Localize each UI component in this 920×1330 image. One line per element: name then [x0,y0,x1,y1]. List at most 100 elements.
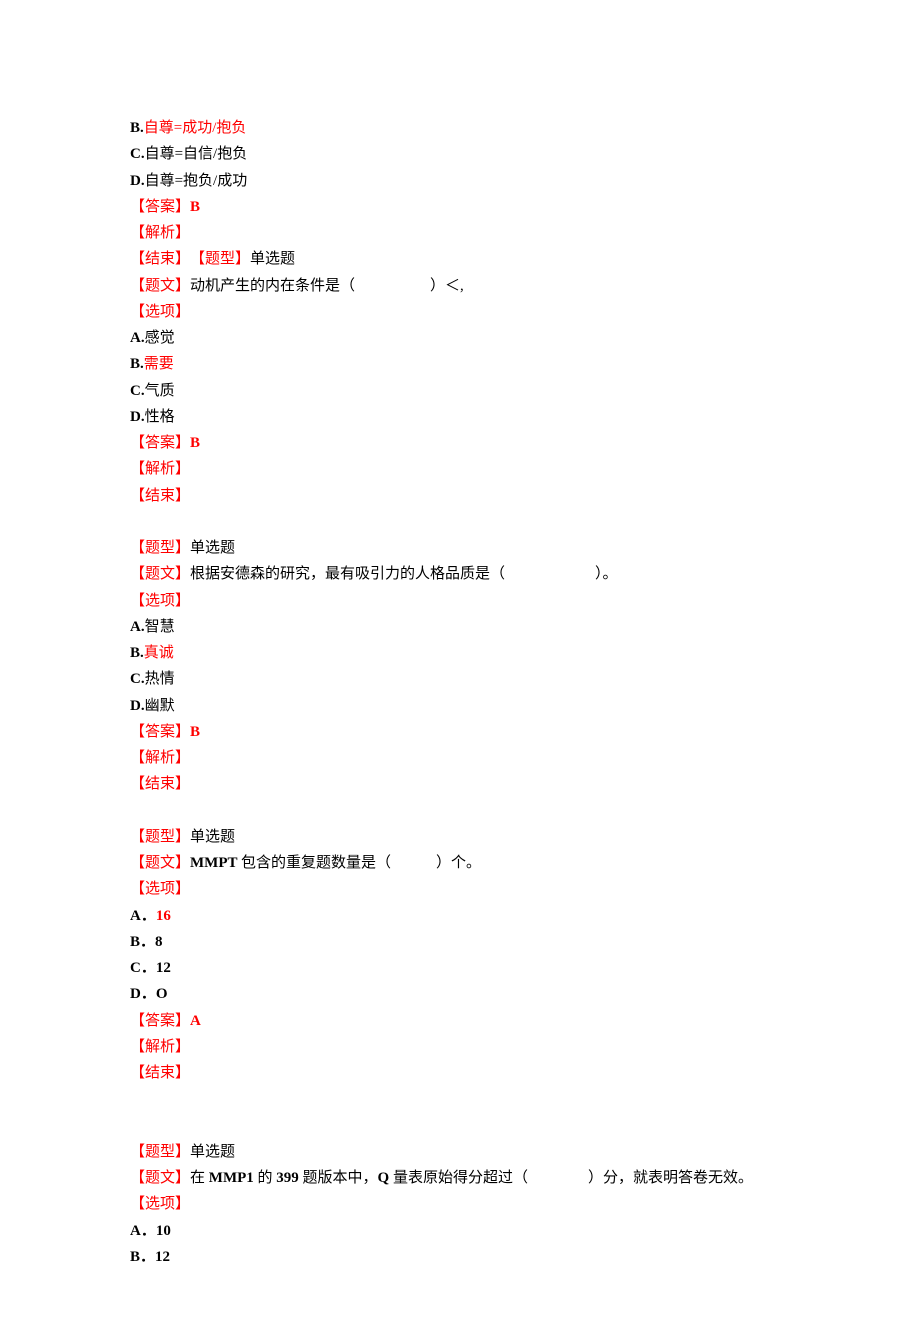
option-text: 16 [156,903,171,929]
option-text: 自尊=自信/抱负 [145,141,248,167]
option-text: 感觉 [145,325,175,351]
option-a: A． 16 [130,903,790,929]
stem-text: 量表原始得分超过（ ）分，就表明答卷无效。 [393,1165,753,1191]
blank-line [130,798,790,824]
answer-line: 【答案】 B [130,430,790,456]
option-text: 12 [155,1244,170,1270]
option-prefix: C. [130,141,145,167]
option-prefix: A. [130,325,145,351]
stem-text-bold: MMP1 [209,1165,258,1191]
type-value: 单选题 [250,246,295,272]
document-page: B. 自尊=成功/抱负 C. 自尊=自信/抱负 D. 自尊=抱负/成功 【答案】… [0,0,920,1330]
option-a: A． 10 [130,1218,790,1244]
option-a: A. 智慧 [130,614,790,640]
option-b: B. 自尊=成功/抱负 [130,115,790,141]
option-c: C． 12 [130,955,790,981]
end-label: 【结束】 [130,771,790,797]
end-and-type: 【结束】 【题型】 单选题 [130,246,790,272]
blank-line [130,509,790,535]
analysis-label: 【解析】 [130,1034,790,1060]
option-text: 需要 [144,351,174,377]
stem-text-bold: Q [378,1165,393,1191]
stem-label: 【题文】 [130,561,190,587]
options-label: 【选项】 [130,876,790,902]
answer-line: 【答案】 A [130,1008,790,1034]
option-prefix: D. [130,168,145,194]
option-c: C. 热情 [130,666,790,692]
option-prefix: B． [130,929,155,955]
option-a: A. 感觉 [130,325,790,351]
answer-line: 【答案】 B [130,719,790,745]
option-text: 智慧 [145,614,175,640]
stem-text: 题版本中， [303,1165,378,1191]
option-b: B. 需要 [130,351,790,377]
option-prefix: B. [130,351,144,377]
question-type: 【题型】 单选题 [130,824,790,850]
option-text: 8 [155,929,163,955]
stem-text: 的 [258,1165,277,1191]
option-text: 自尊=抱负/成功 [145,168,248,194]
analysis-label: 【解析】 [130,220,790,246]
option-text: 气质 [145,378,175,404]
answer-label: 【答案】 [130,194,190,220]
option-b: B． 8 [130,929,790,955]
stem-text: 根据安德森的研究，最有吸引力的人格品质是（ ）。 [190,561,618,587]
option-prefix: D. [130,693,145,719]
option-prefix: A． [130,1218,156,1244]
blank-line [130,1086,790,1112]
option-text: 12 [156,955,171,981]
option-d: D. 自尊=抱负/成功 [130,168,790,194]
options-label: 【选项】 [130,1191,790,1217]
option-text: 自尊=成功/抱负 [144,115,247,141]
blank-line [130,1113,790,1139]
answer-label: 【答案】 [130,1008,190,1034]
type-label: 【题型】 [190,246,250,272]
end-label: 【结束】 [130,1060,790,1086]
question-stem: 【题文】 根据安德森的研究，最有吸引力的人格品质是（ ）。 [130,561,790,587]
answer-label: 【答案】 [130,719,190,745]
answer-value: B [190,194,200,220]
answer-line: 【答案】 B [130,194,790,220]
type-label: 【题型】 [130,1139,190,1165]
answer-value: B [190,430,200,456]
stem-text: 动机产生的内在条件是（ ）＜, [190,273,464,299]
type-label: 【题型】 [130,824,190,850]
option-prefix: C． [130,955,156,981]
stem-label: 【题文】 [130,1165,190,1191]
option-prefix: B． [130,1244,155,1270]
option-d: D. 性格 [130,404,790,430]
stem-text-bold: MMPT [190,850,241,876]
option-d: D. 幽默 [130,693,790,719]
stem-label: 【题文】 [130,850,190,876]
option-text: O [156,981,168,1007]
stem-text: 包含的重复题数量是（ ）个。 [241,850,481,876]
stem-text: 在 [190,1165,209,1191]
option-text: 10 [156,1218,171,1244]
option-b: B． 12 [130,1244,790,1270]
option-d: D． O [130,981,790,1007]
option-text: 幽默 [145,693,175,719]
question-stem: 【题文】 在 MMP1 的 399 题版本中， Q 量表原始得分超过（ ）分，就… [130,1165,790,1191]
option-prefix: C. [130,666,145,692]
type-value: 单选题 [190,1139,235,1165]
question-stem: 【题文】 MMPT 包含的重复题数量是（ ）个。 [130,850,790,876]
question-stem: 【题文】 动机产生的内在条件是（ ）＜, [130,273,790,299]
end-label: 【结束】 [130,483,790,509]
answer-value: A [190,1008,201,1034]
option-c: C. 气质 [130,378,790,404]
option-prefix: D. [130,404,145,430]
option-prefix: C. [130,378,145,404]
option-prefix: D． [130,981,156,1007]
option-prefix: B. [130,115,144,141]
option-prefix: B. [130,640,144,666]
option-prefix: A. [130,614,145,640]
type-value: 单选题 [190,535,235,561]
option-text: 性格 [145,404,175,430]
stem-text-bold: 399 [276,1165,302,1191]
options-label: 【选项】 [130,588,790,614]
option-text: 热情 [145,666,175,692]
type-value: 单选题 [190,824,235,850]
option-b: B. 真诚 [130,640,790,666]
analysis-label: 【解析】 [130,745,790,771]
end-label: 【结束】 [130,246,190,272]
